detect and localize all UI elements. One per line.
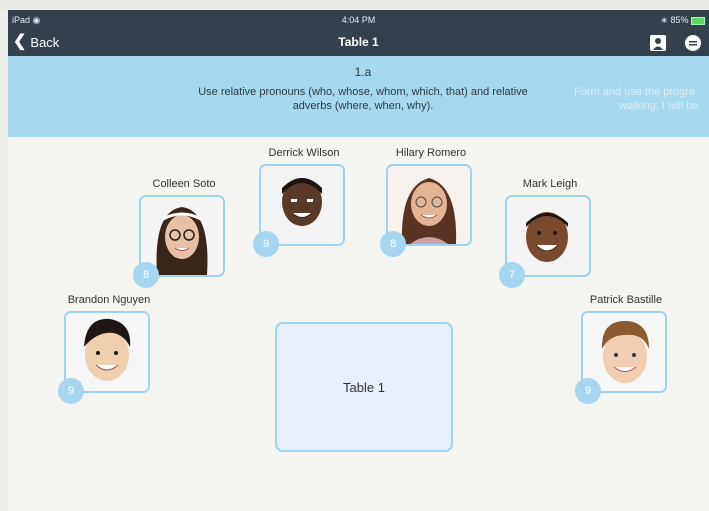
- next-standard-line2: walking; I will be: [619, 100, 699, 112]
- score-badge: 9: [575, 378, 601, 404]
- table-area[interactable]: Table 1: [275, 322, 453, 452]
- next-standard-preview[interactable]: Form and use the progre walking; I will …: [574, 85, 709, 113]
- next-standard-line1: Form and use the progre: [574, 86, 696, 98]
- menu-circle-icon[interactable]: [685, 35, 701, 51]
- student-name: Colleen Soto: [152, 178, 216, 190]
- score-badge: 7: [499, 262, 525, 288]
- nav-bar: ❮ Back Table 1: [8, 30, 709, 56]
- student-name: Mark Leigh: [522, 178, 578, 190]
- score-badge: 9: [253, 231, 279, 257]
- battery-icon: [691, 16, 705, 25]
- score-badge: 8: [380, 231, 406, 257]
- app-frame: iPad ◉ 4:04 PM ∗ 85% ❮ Back Table 1 1.a …: [8, 10, 709, 511]
- table-label: Table 1: [343, 379, 385, 395]
- bluetooth-icon: ∗: [660, 15, 668, 25]
- status-bar: iPad ◉ 4:04 PM ∗ 85%: [8, 10, 709, 30]
- battery-indicator: ∗ 85%: [660, 15, 705, 26]
- standard-banner[interactable]: 1.a Use relative pronouns (who, whose, w…: [8, 56, 709, 137]
- score-badge: 9: [58, 378, 84, 404]
- page-title: Table 1: [338, 35, 379, 49]
- status-time: 4:04 PM: [341, 15, 376, 25]
- standard-description: Use relative pronouns (who, whose, whom,…: [198, 86, 528, 112]
- student-name: Hilary Romero: [395, 147, 467, 159]
- student-name: Patrick Bastille: [589, 294, 663, 306]
- student-name: Brandon Nguyen: [67, 294, 151, 306]
- standard-code: 1.a: [354, 65, 372, 79]
- top-margin: [0, 0, 709, 10]
- student-profile-icon[interactable]: [650, 35, 666, 51]
- score-badge: 8: [133, 262, 159, 288]
